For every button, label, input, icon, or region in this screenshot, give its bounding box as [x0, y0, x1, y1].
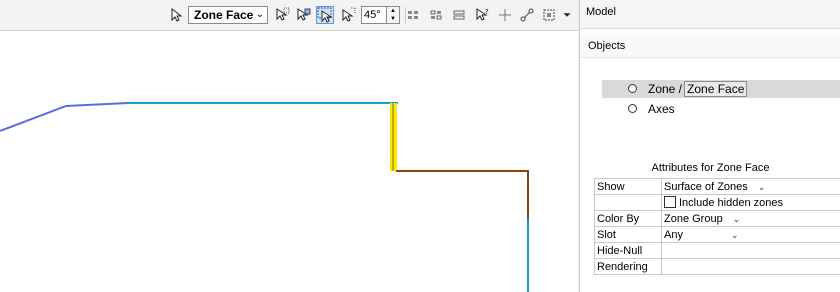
tree-item-zone-face[interactable]: Zone / Zone Face	[602, 80, 840, 98]
angle-value: 45°	[364, 9, 381, 21]
attr-show-dropdown[interactable]: Surface of Zones ⌄	[661, 178, 840, 195]
objects-title: Objects	[588, 40, 626, 52]
attributes-title: Attributes for Zone Face	[651, 162, 770, 174]
tree-item-prefix: Zone /	[648, 82, 683, 96]
attr-label-empty	[594, 194, 662, 211]
attr-slot-dropdown[interactable]: Any ⌄	[661, 226, 840, 243]
tree-item-axes-label: Axes	[648, 102, 675, 116]
include-hidden-checkbox[interactable]: Include hidden zones	[661, 194, 840, 211]
grid-b-icon[interactable]	[427, 6, 445, 24]
svg-text:?: ?	[485, 8, 489, 16]
checkbox-icon[interactable]	[664, 196, 676, 208]
spin-up-icon[interactable]: ▲	[387, 7, 399, 15]
attr-slot-value: Any	[664, 228, 683, 241]
attr-rendering-value	[661, 258, 840, 275]
include-hidden-label: Include hidden zones	[679, 197, 783, 209]
attr-row-slot: Slot Any ⌄	[594, 226, 840, 243]
select-box-icon[interactable]	[316, 6, 334, 24]
pointer-icon[interactable]	[167, 6, 185, 24]
attr-row-hide-null[interactable]: ▷Hide-Null	[594, 242, 840, 259]
view-options-icon[interactable]	[541, 6, 559, 24]
attr-color-by-dropdown[interactable]: Zone Group ⌄	[661, 210, 840, 227]
link-icon[interactable]	[518, 6, 536, 24]
model-header: Model	[580, 0, 840, 29]
model-title: Model	[586, 6, 616, 18]
spin-down-icon[interactable]: ▼	[387, 15, 399, 23]
chevron-down-icon: ⌄	[255, 9, 264, 20]
zone-face-dropdown-label: Zone Face	[194, 8, 254, 22]
hide-null-label: Hide-Null	[597, 244, 643, 257]
attr-label-slot: Slot	[594, 226, 662, 243]
toolbar: Zone Face ⌄ 45° ▲ ▼ ?	[0, 0, 578, 31]
radio-icon[interactable]	[628, 84, 637, 93]
tree-item-axes[interactable]: Axes	[602, 100, 840, 118]
crosshair-icon[interactable]	[496, 6, 514, 24]
model-panel: Model Objects Zone / Zone Face Axes Attri…	[579, 0, 840, 292]
attr-color-by-value: Zone Group	[664, 212, 723, 225]
chevron-down-icon: ⌄	[730, 229, 739, 240]
help-pointer-icon[interactable]: ?	[473, 6, 491, 24]
attr-label-rendering[interactable]: ▷Rendering	[594, 258, 662, 275]
tree-item-label: Zone / Zone Face	[648, 81, 748, 97]
attr-row-rendering[interactable]: ▷Rendering	[594, 258, 840, 275]
select-region-icon[interactable]	[294, 6, 312, 24]
rendering-label: Rendering	[597, 260, 648, 273]
attr-show-value: Surface of Zones	[664, 180, 748, 193]
attr-label-show: Show	[594, 178, 662, 195]
tree-item-zone-face-label: Zone Face	[684, 81, 748, 97]
zone-boundary-brown	[396, 170, 529, 221]
chevron-down-icon: ⌄	[757, 181, 766, 192]
attr-row-show: Show Surface of Zones ⌄	[594, 178, 840, 195]
zone-boundary-blue	[0, 102, 129, 132]
angle-input[interactable]: 45°	[361, 6, 387, 24]
chevron-down-icon: ⌄	[732, 213, 741, 224]
model-canvas[interactable]	[0, 31, 578, 292]
select-zone-icon[interactable]	[339, 6, 357, 24]
attr-label-color-by: Color By	[594, 210, 662, 227]
select-face-icon[interactable]	[273, 6, 291, 24]
attr-row-color-by: Color By Zone Group ⌄	[594, 210, 840, 227]
radio-icon[interactable]	[628, 104, 637, 113]
grid-a-icon[interactable]	[404, 6, 422, 24]
attr-label-hide-null[interactable]: ▷Hide-Null	[594, 242, 662, 259]
attributes-table: Show Surface of Zones ⌄ Include hidden zo…	[594, 178, 840, 275]
angle-spinner[interactable]: ▲ ▼	[386, 6, 400, 24]
overflow-arrow-icon[interactable]	[560, 6, 574, 24]
attr-row-include-hidden: Include hidden zones	[594, 194, 840, 211]
grid-c-icon[interactable]	[450, 6, 468, 24]
attr-hide-null-value	[661, 242, 840, 259]
zone-geometry	[0, 102, 529, 292]
objects-header: Objects	[580, 35, 840, 58]
zone-face-dropdown[interactable]: Zone Face ⌄	[188, 6, 268, 24]
